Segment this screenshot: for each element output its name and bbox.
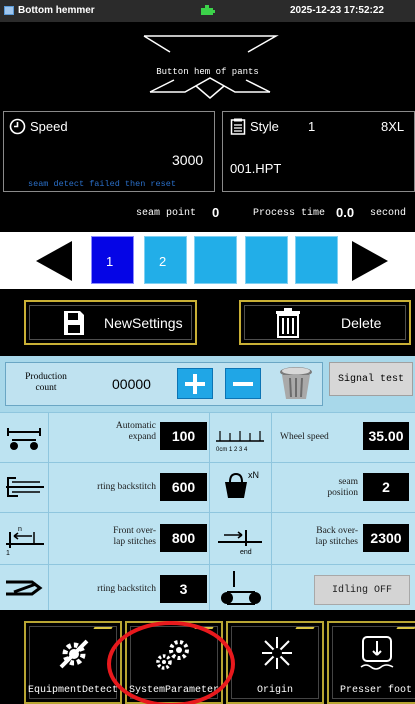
wheel-speed-value[interactable]: 35.00 (363, 422, 409, 450)
style-panel[interactable]: Style 1 8XL 001.HPT (222, 111, 415, 192)
clock-icon (9, 118, 26, 135)
page-button[interactable] (194, 236, 237, 284)
page-button[interactable] (245, 236, 288, 284)
automatic-expand-value[interactable]: 100 (160, 422, 207, 450)
backstitch-icon (6, 477, 44, 497)
end-marker: end (240, 549, 252, 556)
new-settings-button[interactable]: NewSettings (24, 300, 197, 345)
expand-roller-icon (7, 428, 41, 450)
trash-icon (276, 308, 300, 338)
speed-label: Speed (30, 119, 68, 134)
automatic-expand-label: Automatic expand (115, 421, 156, 442)
production-count-label: Production count (25, 372, 67, 393)
seam-position-label: seam position (327, 477, 358, 498)
back-overlap-label: Back over- lap stitches (315, 526, 358, 547)
production-row: Production count 00000 Signal test (0, 356, 415, 412)
plus-icon (185, 373, 205, 394)
n-marker: n (18, 526, 22, 533)
back-overlap-icon: end (218, 530, 262, 556)
front-overlap-value[interactable]: 800 (160, 524, 207, 552)
arrow-left-icon[interactable] (36, 241, 72, 281)
delete-label: Delete (341, 315, 382, 331)
process-time-value: 0.0 (336, 205, 355, 220)
equipment-detect-button[interactable]: EquipmentDetect (24, 621, 122, 704)
new-settings-label: NewSettings (104, 315, 183, 331)
title-bar: Bottom hemmer 2025-12-23 17:52:22 (0, 0, 415, 22)
back-overlap-value[interactable]: 2300 (363, 524, 409, 552)
origin-button[interactable]: Origin (226, 621, 324, 704)
page-button[interactable]: 1 (91, 236, 134, 284)
save-icon (64, 311, 84, 335)
machine-header: Button hem of pants (0, 22, 415, 110)
page-button[interactable]: 2 (144, 236, 187, 284)
conveyor-icon (221, 571, 261, 605)
production-count-value: 00000 (112, 376, 151, 392)
system-parameter-button[interactable]: SystemParameter (125, 621, 223, 704)
gears-icon (156, 640, 189, 670)
app-title: Bottom hemmer (18, 5, 95, 16)
machine-title: Button hem of pants (156, 67, 259, 77)
plus-button[interactable] (177, 368, 213, 399)
presser-foot-icon (360, 636, 394, 670)
style-page-strip: 1 2 (0, 232, 415, 289)
minus-icon (233, 381, 253, 386)
speed-panel[interactable]: Speed 3000 seam detect failed then reset (3, 111, 215, 192)
style-file: 001.HPT (230, 161, 282, 176)
status-row: seam point 0 Process time 0.0 second (0, 201, 415, 223)
seam-point-value: 0 (212, 205, 220, 220)
style-size: 8XL (381, 119, 405, 134)
datetime-display: 2025-12-23 17:52:22 (290, 5, 384, 16)
delete-button[interactable]: Delete (239, 300, 411, 345)
style-label: Style (250, 119, 279, 134)
speed-value: 3000 (172, 152, 204, 168)
presser-foot-button[interactable]: Presser foot (327, 621, 415, 704)
wheel-speed-label: Wheel speed (280, 432, 329, 442)
gear-wrench-icon (59, 639, 89, 669)
document-icon (230, 118, 246, 135)
front-overlap-icon: n 1 (6, 526, 44, 556)
starting-backstitch-label: rting backstitch (97, 482, 156, 492)
equipment-detect-label: EquipmentDetect (27, 685, 118, 696)
origin-label: Origin (256, 685, 293, 696)
ending-backstitch-value[interactable]: 3 (160, 575, 207, 603)
ruler-ticks: 0cm 1 2 3 4 (216, 447, 248, 453)
presser-foot-label: Presser foot (339, 685, 412, 696)
starting-backstitch-value[interactable]: 600 (160, 473, 207, 501)
page-button[interactable] (295, 236, 338, 284)
battery-icon (201, 5, 215, 15)
origin-star-icon (262, 637, 292, 669)
style-number: 1 (308, 119, 316, 134)
front-overlap-label: Front over- lap stitches (113, 526, 156, 547)
arrow-right-icon[interactable] (352, 241, 388, 281)
bottom-toolbar: EquipmentDetect SystemParameter Origin P… (0, 610, 415, 704)
trash-bin-icon[interactable] (276, 364, 316, 402)
action-bar: NewSettings Delete (0, 289, 415, 356)
seam-position-value[interactable]: 2 (363, 473, 409, 501)
ruler-icon: 0cm 1 2 3 4 (216, 431, 264, 453)
seam-detect-message: seam detect failed then reset (28, 179, 176, 189)
zigzag-arrow-icon (6, 580, 43, 596)
xn-label: xN (248, 470, 259, 480)
seam-point-label: seam point (136, 208, 197, 219)
signal-test-button[interactable]: Signal test (329, 362, 413, 396)
process-time-label: Process time (253, 208, 326, 219)
app-window-icon (4, 6, 14, 15)
ending-backstitch-label: rting backstitch (97, 584, 156, 594)
minus-button[interactable] (225, 368, 261, 399)
parameter-grid: Automatic expand 100 0cm 1 2 3 4 Wheel s… (0, 412, 415, 610)
process-time-unit: second (370, 208, 407, 219)
system-parameter-label: SystemParameter (128, 685, 219, 696)
one-marker: 1 (6, 550, 10, 556)
hem-diagram-icon (143, 35, 279, 99)
idling-button[interactable]: Idling OFF (314, 575, 410, 605)
bag-icon (225, 472, 247, 498)
